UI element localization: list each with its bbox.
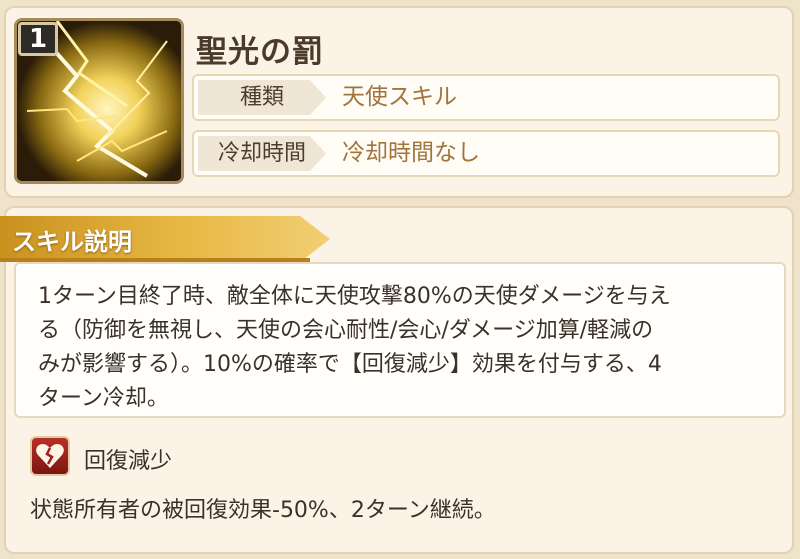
skill-rank-badge: 1 — [18, 22, 58, 56]
broken-heart-shape — [36, 444, 64, 468]
info-row-type: 種類 天使スキル — [192, 74, 780, 121]
info-row-cooldown: 冷却時間 冷却時間なし — [192, 130, 780, 177]
broken-heart-icon[interactable] — [30, 436, 70, 476]
section-title: スキル説明 — [12, 228, 132, 256]
info-value-type: 天使スキル — [342, 84, 457, 110]
description-line: みが影響する）。10%の確率で【回復減少】効果を付与する、4 — [38, 352, 662, 377]
info-label-type: 種類 — [198, 80, 326, 115]
description-line: 1ターン目終了時、敵全体に天使攻撃80%の天使ダメージを与え — [38, 284, 671, 309]
effect-description: 状態所有者の被回復効果-50%、2ターン継続。 — [30, 498, 496, 523]
info-label-cooldown: 冷却時間 — [198, 136, 326, 171]
skill-name: 聖光の罰 — [196, 34, 324, 70]
effect-name: 回復減少 — [84, 449, 173, 474]
description-box: 1ターン目終了時、敵全体に天使攻撃80%の天使ダメージを与え る（防御を無視し、… — [14, 262, 786, 418]
description-line: る（防御を無視し、天使の会心耐性/会心/ダメージ加算/軽減の — [38, 318, 654, 343]
description-line: ターン冷却。 — [38, 386, 169, 411]
info-value-cooldown: 冷却時間なし — [342, 140, 480, 166]
